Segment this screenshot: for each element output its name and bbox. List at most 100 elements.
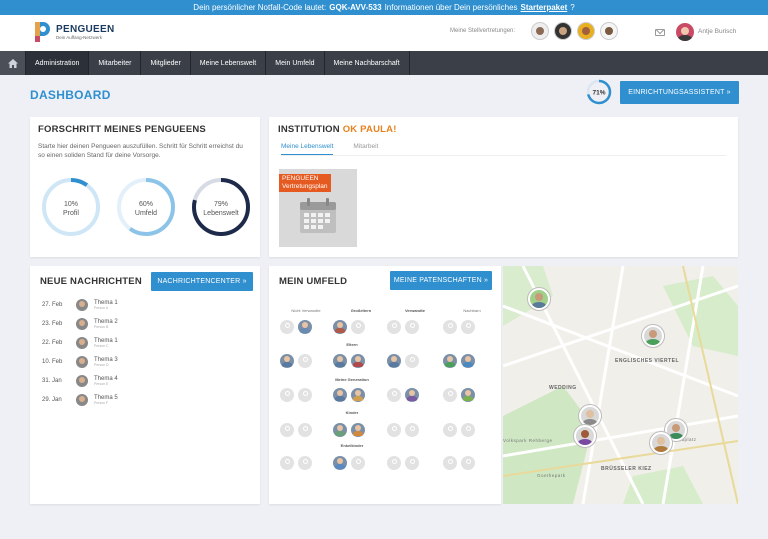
umfeld-empty-slot[interactable] [280,388,294,402]
user-avatar[interactable] [676,23,694,41]
umfeld-empty-slot[interactable] [443,388,457,402]
main-nav: Administration Mitarbeiter Mitglieder Me… [0,51,768,75]
umfeld-column-label: Großeltern [350,308,372,313]
message-row[interactable]: 23. Feb Thema 2 Person B [42,318,118,330]
umfeld-person-slot[interactable] [298,320,312,334]
setup-progress-label: 71% [592,90,605,97]
umfeld-group-label: Meine Generation [335,377,369,382]
umfeld-empty-slot[interactable] [280,320,294,334]
map-person-marker[interactable] [650,432,672,454]
map-person-marker[interactable] [642,325,664,347]
umfeld-empty-slot[interactable] [443,423,457,437]
umfeld-empty-slot[interactable] [351,456,365,470]
institution-label: INSTITUTION [278,124,340,135]
umfeld-empty-slot[interactable] [443,320,457,334]
umfeld-empty-slot[interactable] [387,456,401,470]
notfall-banner: Dein persönlicher Notfall-Code lautet: G… [0,0,768,15]
message-date: 23. Feb [42,321,63,327]
donut-profil[interactable]: 10% Profil [40,176,102,238]
umfeld-person-slot[interactable] [333,456,347,470]
nav-mitarbeiter[interactable]: Mitarbeiter [89,51,142,75]
message-row[interactable]: 27. Feb Thema 1 Person A [42,299,118,311]
starterpaket-link[interactable]: Starterpaket [521,3,568,12]
donut-profil-pct: 10% [64,201,78,208]
umfeld-empty-slot[interactable] [298,388,312,402]
umfeld-person-slot[interactable] [443,354,457,368]
umfeld-group-label: Enkelkinder [340,443,364,448]
einrichtungsassistent-button[interactable]: EINRICHTUNGSASSISTENT » [620,81,739,104]
patenschaften-button[interactable]: MEINE PATENSCHAFTEN » [390,271,492,290]
umfeld-empty-slot[interactable] [461,456,475,470]
banner-middle: Informationen über Dein persönliches [384,3,518,12]
user-name[interactable]: Antje Burisch [698,28,736,35]
map-person-marker[interactable] [579,405,601,427]
message-row[interactable]: 29. Jan Thema 5 Person F [42,394,118,406]
umfeld-empty-slot[interactable] [405,423,419,437]
message-sender: Person E [94,382,109,386]
pengueen-logo[interactable]: PENGUEEN Dein Auffang-Netzwerk [32,20,115,44]
nav-mitglieder[interactable]: Mitglieder [141,51,191,75]
nav-meine-lebenswelt[interactable]: Meine Lebenswelt [191,51,267,75]
umfeld-empty-slot[interactable] [351,320,365,334]
mail-icon[interactable] [655,29,665,36]
umfeld-empty-slot[interactable] [461,320,475,334]
nachrichtencenter-button[interactable]: NACHRICHTENCENTER » [151,272,253,291]
umfeld-empty-slot[interactable] [280,423,294,437]
umfeld-person-slot[interactable] [351,388,365,402]
stellvertreter-avatar[interactable] [600,22,618,40]
map-label-englisches-viertel: ENGLISCHES VIERTEL [615,358,680,364]
nav-meine-nachbarschaft[interactable]: Meine Nachbarschaft [325,51,410,75]
umfeld-empty-slot[interactable] [405,456,419,470]
umfeld-person-slot[interactable] [333,320,347,334]
fortschritt-card: FORSCHRITT MEINES PENGUEENS Starte hier … [30,117,260,257]
umfeld-person-slot[interactable] [461,388,475,402]
umfeld-person-slot[interactable] [405,388,419,402]
umfeld-person-slot[interactable] [351,423,365,437]
home-icon[interactable] [0,51,26,75]
umfeld-person-slot[interactable] [333,354,347,368]
stellvertretungen-label: Meine Stellvertretungen: [450,28,516,34]
umfeld-empty-slot[interactable] [405,354,419,368]
umfeld-person-slot[interactable] [461,354,475,368]
map-person-marker[interactable] [528,288,550,310]
umfeld-column-label: Nicht Verwandte [291,308,321,313]
neighborhood-map[interactable]: ENGLISCHES VIERTEL WEDDING BRÜSSELER KIE… [503,266,738,504]
page-title: DASHBOARD [30,88,111,102]
donut-profil-label: Profil [63,210,79,217]
umfeld-empty-slot[interactable] [298,456,312,470]
umfeld-person-slot[interactable] [351,354,365,368]
umfeld-empty-slot[interactable] [405,320,419,334]
umfeld-column-label: Verwandte [404,308,425,313]
donut-umfeld-pct: 60% [139,201,153,208]
stellvertreter-avatar[interactable] [577,22,595,40]
umfeld-person-slot[interactable] [333,423,347,437]
calendar-icon [300,198,336,233]
institution-title: INSTITUTION OK PAULA! [278,124,397,135]
umfeld-person-slot[interactable] [387,354,401,368]
umfeld-group-label: Kinder [345,410,359,415]
umfeld-empty-slot[interactable] [298,423,312,437]
umfeld-empty-slot[interactable] [387,388,401,402]
umfeld-empty-slot[interactable] [387,320,401,334]
nav-administration[interactable]: Administration [26,51,90,75]
umfeld-empty-slot[interactable] [298,354,312,368]
message-row[interactable]: 22. Feb Thema 1 Person C [42,337,118,349]
umfeld-empty-slot[interactable] [461,423,475,437]
umfeld-person-slot[interactable] [280,354,294,368]
nav-mein-umfeld[interactable]: Mein Umfeld [266,51,325,75]
message-row[interactable]: 10. Feb Thema 3 Person D [42,356,118,368]
donut-lebenswelt[interactable]: 79% Lebenswelt [190,176,252,238]
map-label-volkspark-rehberge: Volkspark Rehberge [503,438,553,443]
tab-divider [281,155,726,156]
map-person-marker[interactable] [574,425,596,447]
umfeld-person-slot[interactable] [333,388,347,402]
message-date: 10. Feb [42,359,63,365]
message-row[interactable]: 31. Jan Thema 4 Person E [42,375,118,387]
umfeld-empty-slot[interactable] [280,456,294,470]
stellvertreter-avatar[interactable] [554,22,572,40]
donut-umfeld[interactable]: 60% Umfeld [115,176,177,238]
map-label-goethepark: Goethepark [537,473,566,478]
umfeld-empty-slot[interactable] [387,423,401,437]
stellvertreter-avatar[interactable] [531,22,549,40]
umfeld-empty-slot[interactable] [443,456,457,470]
